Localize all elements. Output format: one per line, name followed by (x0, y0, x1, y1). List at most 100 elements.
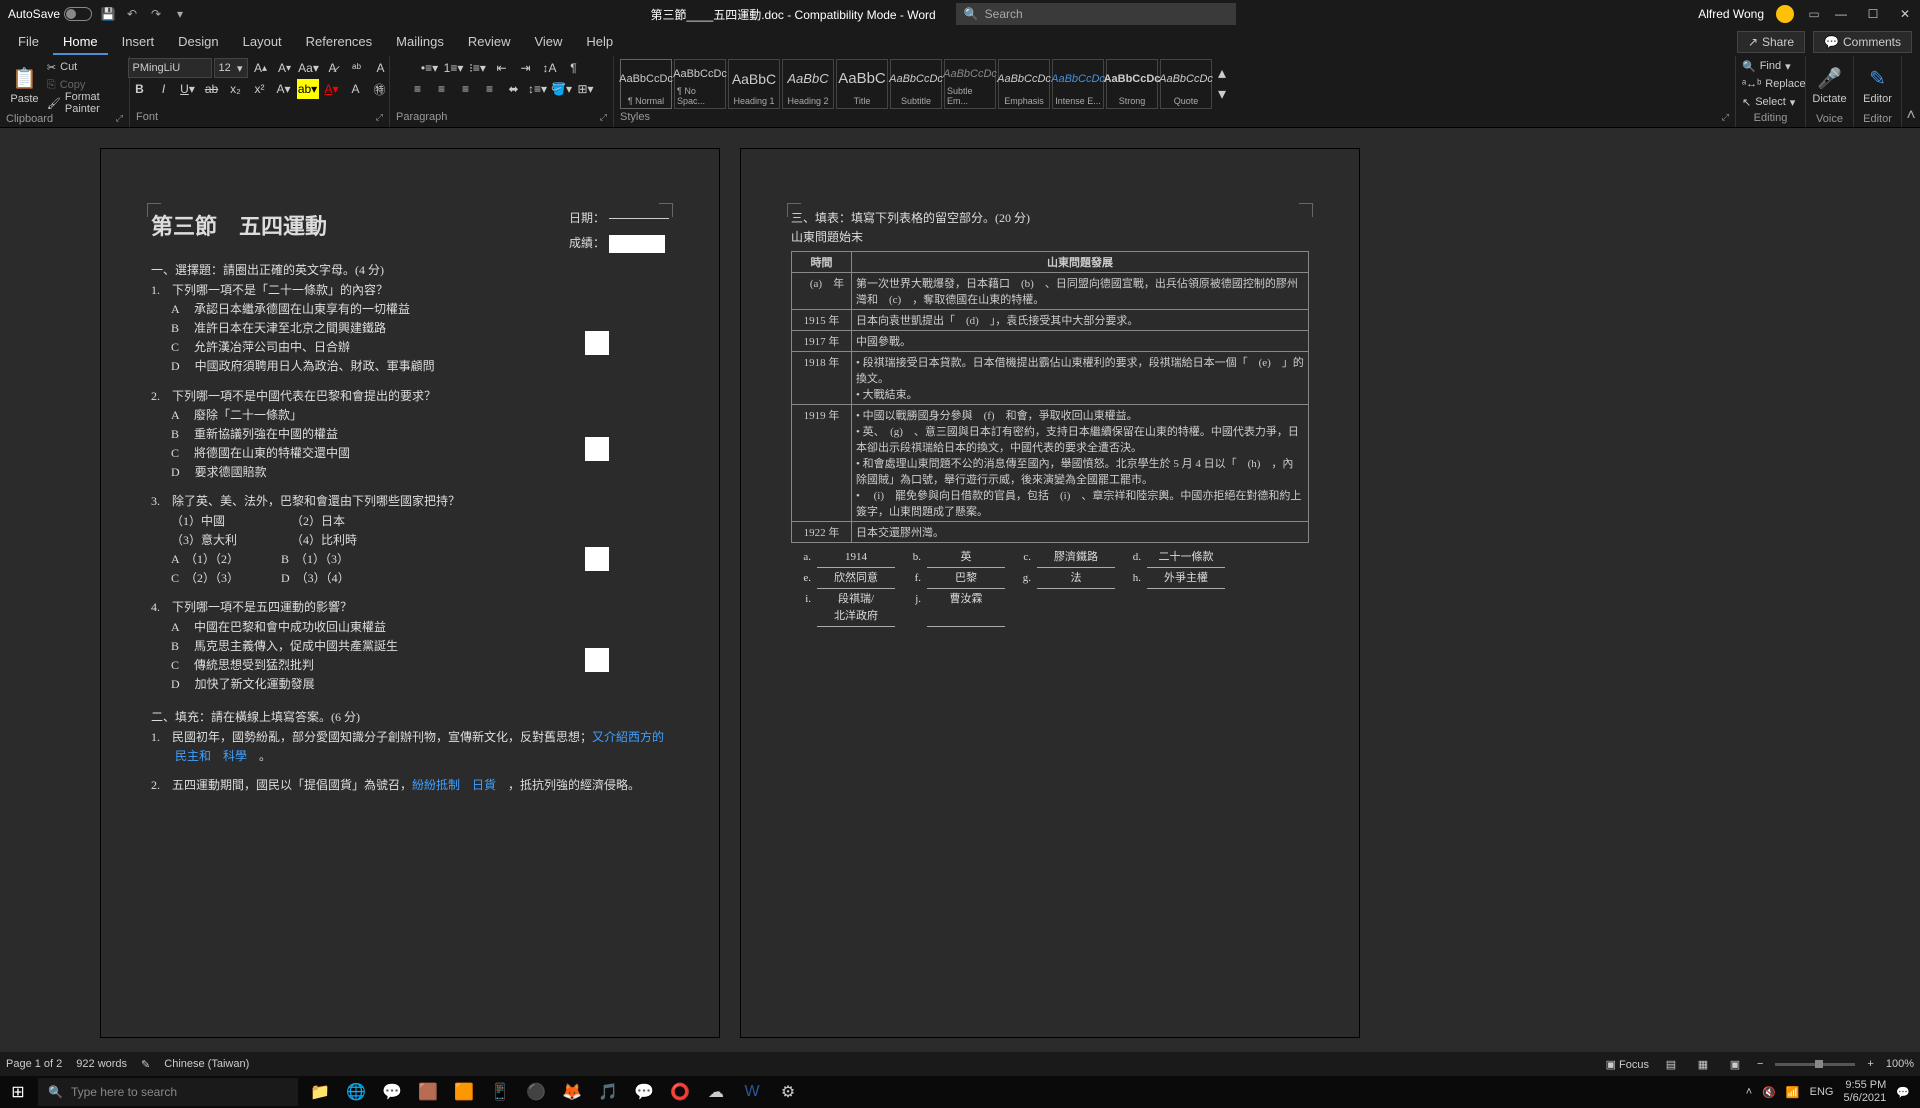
comments-button[interactable]: 💬Comments (1813, 31, 1912, 53)
select-button[interactable]: ↖Select▾ (1742, 94, 1806, 110)
app-icon[interactable]: 📱 (486, 1078, 514, 1106)
print-layout-button[interactable]: ▦ (1693, 1056, 1713, 1072)
read-mode-button[interactable]: ▤ (1661, 1056, 1681, 1072)
line-spacing-button[interactable]: ↕≡▾ (527, 79, 549, 99)
chrome-icon[interactable]: 🌐 (342, 1078, 370, 1106)
style-strong[interactable]: AaBbCcDcStrong (1106, 59, 1158, 109)
align-left-button[interactable]: ≡ (407, 79, 429, 99)
start-button[interactable]: ⊞ (0, 1076, 36, 1108)
tray-language[interactable]: ENG (1810, 1086, 1834, 1098)
document-area[interactable]: 第三節 五四運動 日期： 成績： 一、選擇題：請圈出正確的英文字母。(4 分) … (0, 128, 1920, 1052)
word-count[interactable]: 922 words (76, 1058, 127, 1070)
autosave-toggle[interactable]: AutoSave (8, 7, 92, 21)
whatsapp-icon[interactable]: 💬 (630, 1078, 658, 1106)
numbering-button[interactable]: 1≡▾ (443, 58, 465, 78)
language-indicator[interactable]: Chinese (Taiwan) (164, 1058, 249, 1070)
align-right-button[interactable]: ≡ (455, 79, 477, 99)
cut-button[interactable]: ✂Cut (47, 59, 123, 76)
itunes-icon[interactable]: 🎵 (594, 1078, 622, 1106)
align-center-button[interactable]: ≡ (431, 79, 453, 99)
change-case-button[interactable]: Aa▾ (298, 58, 320, 78)
save-icon[interactable]: 💾 (100, 6, 116, 22)
italic-button[interactable]: I (153, 79, 175, 99)
bold-button[interactable]: B (129, 79, 151, 99)
shrink-font-button[interactable]: A▾ (274, 58, 296, 78)
firefox-icon[interactable]: 🦊 (558, 1078, 586, 1106)
taskbar-search[interactable]: 🔍Type here to search (38, 1078, 298, 1106)
underline-button[interactable]: U▾ (177, 79, 199, 99)
zoom-slider[interactable] (1775, 1063, 1855, 1066)
close-button[interactable]: ✕ (1898, 7, 1912, 21)
paste-button[interactable]: 📋Paste (6, 58, 43, 112)
web-layout-button[interactable]: ▣ (1725, 1056, 1745, 1072)
enclose-chars-button[interactable]: ㊕ (369, 79, 391, 99)
character-border-button[interactable]: A (370, 58, 392, 78)
style-quote[interactable]: AaBbCcDcQuote (1160, 59, 1212, 109)
tab-mailings[interactable]: Mailings (386, 30, 454, 55)
tab-help[interactable]: Help (576, 30, 623, 55)
user-avatar-icon[interactable] (1776, 5, 1794, 23)
app-icon[interactable]: 🟧 (450, 1078, 478, 1106)
zoom-in-button[interactable]: + (1867, 1058, 1873, 1070)
borders-button[interactable]: ⊞▾ (575, 79, 597, 99)
justify-button[interactable]: ≡ (479, 79, 501, 99)
user-name[interactable]: Alfred Wong (1698, 7, 1764, 21)
word-icon[interactable]: W (738, 1078, 766, 1106)
distributed-button[interactable]: ⬌ (503, 79, 525, 99)
style-subtle-emphasis[interactable]: AaBbCcDcSubtle Em... (944, 59, 996, 109)
obs-icon[interactable]: ⚫ (522, 1078, 550, 1106)
tab-review[interactable]: Review (458, 30, 521, 55)
styles-gallery[interactable]: AaBbCcDc¶ Normal AaBbCcDc¶ No Spac... Aa… (620, 59, 1212, 109)
editor-button[interactable]: ✎Editor (1860, 58, 1895, 112)
tray-clock[interactable]: 9:55 PM 5/6/2021 (1843, 1079, 1886, 1105)
tray-notifications-icon[interactable]: 💬 (1896, 1086, 1910, 1099)
clipboard-launcher-icon[interactable]: ⤢ (116, 113, 123, 124)
app-icon[interactable]: ☁ (702, 1078, 730, 1106)
tell-me-search[interactable]: 🔍 Search (956, 3, 1236, 25)
highlight-button[interactable]: ab▾ (297, 79, 319, 99)
decrease-indent-button[interactable]: ⇤ (491, 58, 513, 78)
maximize-button[interactable]: ☐ (1866, 7, 1880, 21)
text-effects-button[interactable]: A▾ (273, 79, 295, 99)
share-button[interactable]: ↗Share (1737, 31, 1805, 53)
undo-icon[interactable]: ↶ (124, 6, 140, 22)
superscript-button[interactable]: x² (249, 79, 271, 99)
tab-insert[interactable]: Insert (112, 30, 165, 55)
strikethrough-button[interactable]: ab (201, 79, 223, 99)
shading-button[interactable]: 🪣▾ (551, 79, 573, 99)
tab-view[interactable]: View (524, 30, 572, 55)
styles-more-button[interactable]: ▴ ▾ (1218, 63, 1226, 104)
tab-layout[interactable]: Layout (233, 30, 292, 55)
style-heading1[interactable]: AaBbCHeading 1 (728, 59, 780, 109)
format-painter-button[interactable]: 🖌Format Painter (47, 95, 123, 112)
multilevel-list-button[interactable]: ⁝≡▾ (467, 58, 489, 78)
minecraft-icon[interactable]: 🟫 (414, 1078, 442, 1106)
font-name-selector[interactable]: PMingLiU (128, 58, 212, 78)
sort-button[interactable]: ↕A (539, 58, 561, 78)
zoom-out-button[interactable]: − (1757, 1058, 1763, 1070)
styles-launcher-icon[interactable]: ⤢ (1722, 112, 1729, 123)
zoom-level[interactable]: 100% (1886, 1058, 1914, 1070)
settings-icon[interactable]: ⚙ (774, 1078, 802, 1106)
character-shading-button[interactable]: A (345, 79, 367, 99)
focus-mode-button[interactable]: ▣ Focus (1606, 1058, 1649, 1071)
font-launcher-icon[interactable]: ⤢ (376, 112, 383, 123)
tab-home[interactable]: Home (53, 30, 108, 55)
style-heading2[interactable]: AaBbCHeading 2 (782, 59, 834, 109)
style-normal[interactable]: AaBbCcDc¶ Normal (620, 59, 672, 109)
font-color-button[interactable]: A▾ (321, 79, 343, 99)
tab-design[interactable]: Design (168, 30, 228, 55)
font-size-selector[interactable]: 12▾ (214, 58, 248, 78)
tray-volume-icon[interactable]: 🔇 (1762, 1086, 1776, 1099)
tray-chevron-icon[interactable]: ˄ (1746, 1086, 1752, 1098)
style-title[interactable]: AaBbCTitle (836, 59, 888, 109)
page-2[interactable]: 三、填表：填寫下列表格的留空部分。(20 分) 山東問題始末 時間山東問題發展 … (740, 148, 1360, 1038)
style-intense-emphasis[interactable]: AaBbCcDcIntense E... (1052, 59, 1104, 109)
grow-font-button[interactable]: A▴ (250, 58, 272, 78)
opera-icon[interactable]: ⭕ (666, 1078, 694, 1106)
tab-references[interactable]: References (296, 30, 382, 55)
dictate-button[interactable]: 🎤Dictate (1812, 58, 1847, 112)
phonetic-guide-button[interactable]: ᵃᵇ (346, 58, 368, 78)
customize-qat-icon[interactable]: ▾ (172, 6, 188, 22)
redo-icon[interactable]: ↷ (148, 6, 164, 22)
